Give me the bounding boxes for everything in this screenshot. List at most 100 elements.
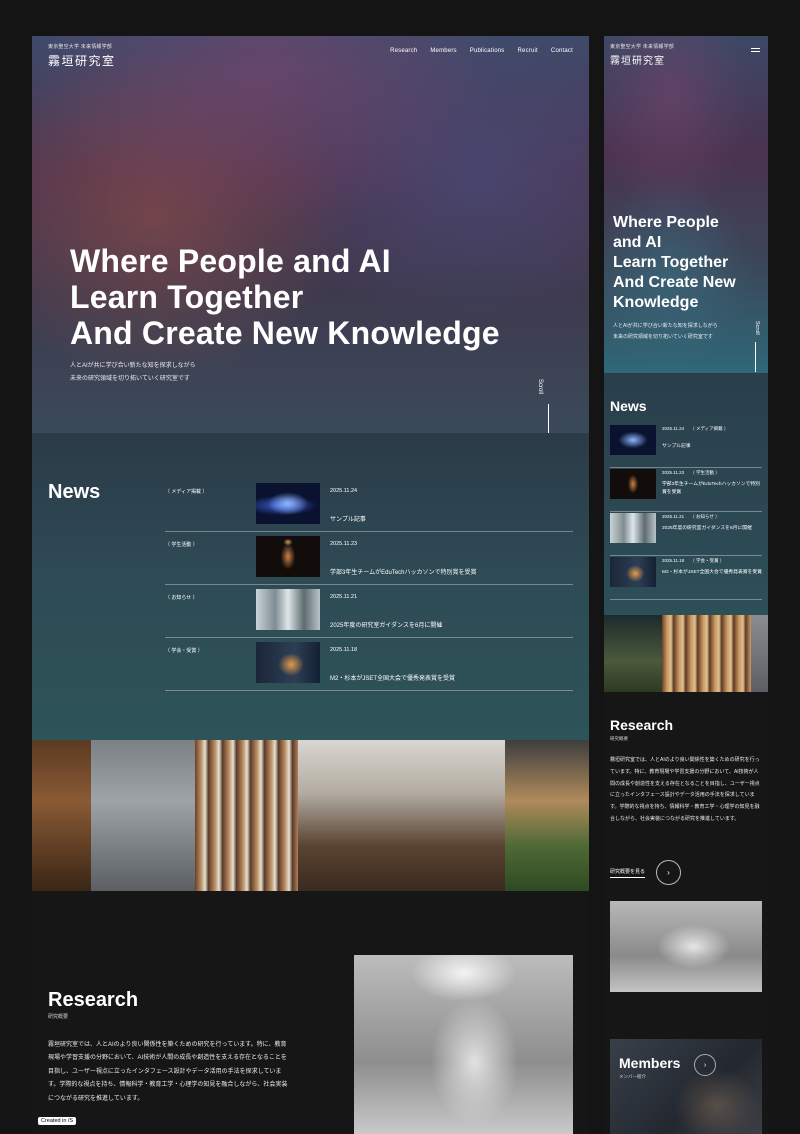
news-title: 学部3年生チームがEduTechハッカソンで特別賞を受賞 xyxy=(662,482,760,495)
nav-item-research[interactable]: Research xyxy=(390,48,417,54)
mobile-research-subheading: 研究概要 xyxy=(610,736,628,741)
news-title: 学部3年生チームがEduTechハッカソンで特別賞を受賞 xyxy=(330,570,477,576)
mobile-news-heading: News xyxy=(610,398,647,414)
mobile-preview: 東京聖空大学 未来情報学部 霧垣研究室 Where People and AI … xyxy=(604,36,768,1134)
news-meta: 2025.11.24 （ メディア掲載 ） xyxy=(662,426,728,432)
news-category: （ メディア掲載 ） xyxy=(690,426,729,431)
news-item[interactable]: 2025.11.18 （ 学会・受賞 ） M2・杉本がJSET全国大会で優秀発表賞… xyxy=(610,557,762,600)
news-category: （ 学生活動 ） xyxy=(690,470,720,475)
news-meta: 2025.11.21 （ お知らせ ） xyxy=(662,514,720,520)
research-more-label[interactable]: 研究概要を見る xyxy=(610,868,646,878)
research-heading: Research xyxy=(48,989,139,1011)
news-item[interactable]: （ メディア掲載 ） 2025.11.24 サンプル記事 xyxy=(165,479,573,532)
bookshelves-photo xyxy=(195,740,298,891)
news-meta: 2025.11.23 （ 学生活動 ） xyxy=(662,470,720,476)
nav-item-recruit[interactable]: Recruit xyxy=(518,48,538,54)
news-meta: 2025.11.18 （ 学会・受賞 ） xyxy=(662,558,724,564)
news-item[interactable]: （ 学会・受賞 ） 2025.11.18 M2・杉本がJSET全国大会で優秀発表… xyxy=(165,638,573,691)
news-title: M2・杉本がJSET全国大会で優秀発表賞を受賞 xyxy=(662,570,762,575)
created-badge[interactable]: Created in /S xyxy=(38,1117,77,1125)
laptop-discussion-image xyxy=(256,642,320,683)
news-title: サンプル記事 xyxy=(330,517,366,523)
news-item[interactable]: 2025.11.24 （ メディア掲載 ） サンプル記事 xyxy=(610,425,762,468)
news-heading: News xyxy=(48,481,101,503)
library-hall-photo xyxy=(91,740,195,891)
mobile-research-body: 霧垣研究室では、人とAIのより良い関係性を築くための研究を行っています。特に、教… xyxy=(610,757,760,822)
news-date: 2025.11.24 xyxy=(662,426,685,431)
chevron-right-icon[interactable]: › xyxy=(656,860,681,885)
news-date: 2025.11.23 xyxy=(330,541,358,547)
meeting-room-image xyxy=(610,513,656,543)
meeting-room-image xyxy=(256,589,320,630)
university-name: 東京聖空大学 未来情報学部 xyxy=(48,44,112,50)
hero-subtitle: 人とAIが共に学び合い新たな知を探求しながら 未来の研究領域を切り拓いていく研究… xyxy=(70,363,196,382)
news-category: （ 学会・受賞 ） xyxy=(165,648,203,654)
library-corridor-photo xyxy=(662,615,751,692)
news-date: 2025.11.21 xyxy=(330,594,358,600)
scroll-indicator[interactable]: Scroll xyxy=(537,379,543,394)
news-date: 2025.11.18 xyxy=(662,558,685,563)
news-category: （ メディア掲載 ） xyxy=(165,489,208,495)
robot-arm-image xyxy=(354,955,573,1134)
mobile-hero-subtitle: 人とAIが共に学び合い新たな知を探求しながら 未来の研究領域を切り拓いていく研究… xyxy=(613,323,718,340)
mobile-photo-strip xyxy=(604,615,768,692)
campus-lawn-photo xyxy=(505,740,589,891)
hero-title: Where People and AI Learn Together And C… xyxy=(70,243,500,351)
hero-section: 東京聖空大学 未来情報学部 霧垣研究室 Research Members Pub… xyxy=(32,36,589,433)
desktop-preview: 東京聖空大学 未来情報学部 霧垣研究室 Research Members Pub… xyxy=(32,36,589,1134)
scroll-line xyxy=(548,404,549,433)
site-logo[interactable]: 東京聖空大学 未来情報学部 霧垣研究室 xyxy=(48,43,116,69)
android-figure-image xyxy=(256,536,320,577)
members-card[interactable]: Members メンバー紹介 › xyxy=(610,1039,762,1134)
news-category: （ お知らせ ） xyxy=(690,514,720,519)
news-title: 2025年度の研究室ガイダンスを6月に開催 xyxy=(330,623,443,629)
members-heading: Members xyxy=(619,1055,681,1071)
news-item[interactable]: 2025.11.21 （ お知らせ ） 2025年度の研究室ガイダンスを6月に開催 xyxy=(610,513,762,556)
hamburger-menu-icon[interactable] xyxy=(751,48,760,54)
nav-item-contact[interactable]: Contact xyxy=(551,48,573,54)
library-hall-photo xyxy=(751,615,768,692)
news-title: サンプル記事 xyxy=(662,444,691,449)
neural-network-image xyxy=(610,425,656,455)
mobile-scroll-indicator[interactable]: Scroll xyxy=(754,321,760,335)
library-reading-room-photo xyxy=(32,740,91,891)
news-date: 2025.11.18 xyxy=(330,647,358,653)
mobile-news-section: News 2025.11.24 （ メディア掲載 ） サンプル記事 2025.11… xyxy=(604,373,768,615)
mobile-site-logo[interactable]: 東京聖空大学 未来情報学部 霧垣研究室 xyxy=(610,43,674,67)
lecture-hall-photo xyxy=(298,740,505,891)
news-category: （ 学会・受賞 ） xyxy=(690,558,725,563)
news-date: 2025.11.24 xyxy=(330,488,358,494)
mobile-news-list: 2025.11.24 （ メディア掲載 ） サンプル記事 2025.11.23 （ … xyxy=(610,425,762,601)
android-figure-image xyxy=(610,469,656,499)
news-date: 2025.11.21 xyxy=(662,514,685,519)
mobile-hero-section: 東京聖空大学 未来情報学部 霧垣研究室 Where People and AI … xyxy=(604,36,768,373)
main-nav: Research Members Publications Recruit Co… xyxy=(390,48,573,54)
mobile-scroll-line xyxy=(755,342,756,372)
news-date: 2025.11.23 xyxy=(662,470,685,475)
news-title: 2025年度の研究室ガイダンスを6月に開催 xyxy=(662,526,752,531)
news-item[interactable]: 2025.11.23 （ 学生活動 ） 学部3年生チームがEduTechハッカソン… xyxy=(610,469,762,512)
mobile-hero-title: Where People and AI Learn Together And C… xyxy=(613,214,736,311)
news-item[interactable]: （ お知らせ ） 2025.11.21 2025年度の研究室ガイダンスを6月に開… xyxy=(165,585,573,638)
news-category: （ 学生活動 ） xyxy=(165,542,198,548)
mobile-research-heading: Research xyxy=(610,717,674,733)
research-subheading: 研究概要 xyxy=(48,1014,69,1020)
university-name: 東京聖空大学 未来情報学部 xyxy=(610,44,674,50)
campus-night-photo xyxy=(604,615,662,692)
news-title: M2・杉本がJSET全国大会で優秀発表賞を受賞 xyxy=(330,676,456,682)
research-more-link[interactable]: 研究概要を見る › xyxy=(610,860,681,886)
lab-name: 霧垣研究室 xyxy=(610,56,665,67)
nav-item-publications[interactable]: Publications xyxy=(470,48,505,54)
news-item[interactable]: （ 学生活動 ） 2025.11.23 学部3年生チームがEduTechハッカソ… xyxy=(165,532,573,585)
laptop-discussion-image xyxy=(610,557,656,587)
photo-strip xyxy=(32,740,589,891)
nav-item-members[interactable]: Members xyxy=(430,48,456,54)
news-section: News （ メディア掲載 ） 2025.11.24 サンプル記事 （ 学生活動… xyxy=(32,433,589,740)
robot-arm-image xyxy=(610,901,762,992)
chevron-right-icon[interactable]: › xyxy=(694,1054,716,1076)
lab-name: 霧垣研究室 xyxy=(48,54,116,68)
research-body: 霧垣研究室では、人とAIのより良い関係性を築くための研究を行っています。特に、教… xyxy=(48,1042,288,1102)
news-list: （ メディア掲載 ） 2025.11.24 サンプル記事 （ 学生活動 ） 20… xyxy=(165,479,573,691)
news-category: （ お知らせ ） xyxy=(165,595,198,601)
neural-network-image xyxy=(256,483,320,524)
